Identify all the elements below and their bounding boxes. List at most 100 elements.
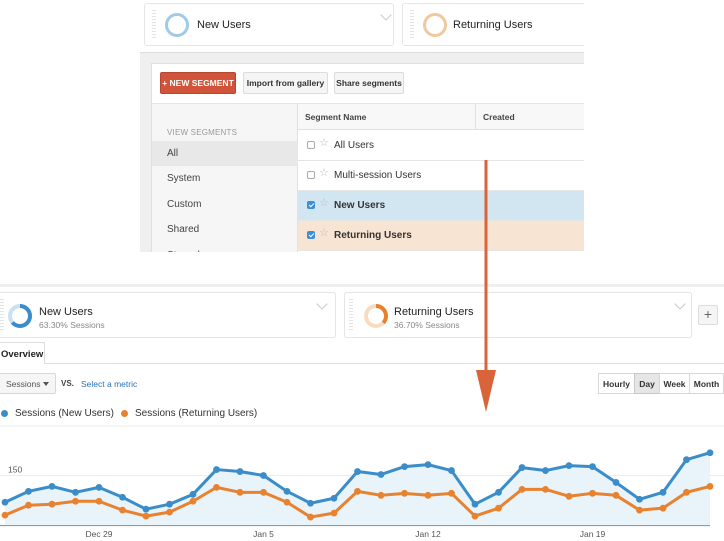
- data-point: [213, 466, 220, 473]
- sidebar-item-custom[interactable]: Custom: [152, 192, 298, 217]
- drag-handle[interactable]: [410, 10, 414, 40]
- data-point: [354, 487, 361, 495]
- import-from-gallery-button[interactable]: Import from gallery: [243, 72, 328, 94]
- segment-card-new-users[interactable]: New Users: [144, 3, 394, 46]
- segment-panel: + NEW SEGMENT Import from gallery Share …: [140, 52, 584, 252]
- row-checkbox[interactable]: [307, 171, 315, 179]
- star-icon[interactable]: ☆: [319, 228, 329, 239]
- table-row[interactable]: ☆ Multi-session Users: [298, 161, 584, 191]
- data-point: [166, 500, 173, 508]
- granularity-toggle: Hourly Day Week Month: [598, 373, 724, 394]
- data-point: [213, 483, 220, 491]
- data-point: [612, 479, 620, 486]
- data-point: [471, 500, 479, 508]
- report-screenshot: New Users 63.30% Sessions Returning User…: [0, 284, 724, 541]
- data-point: [683, 488, 690, 496]
- legend-item-returning-users[interactable]: Sessions (Returning Users): [121, 408, 257, 419]
- data-point: [119, 506, 126, 514]
- data-point: [1, 511, 9, 519]
- data-point: [260, 488, 267, 496]
- granularity-hourly-button[interactable]: Hourly: [598, 373, 635, 394]
- segment-sessions-share: 63.30% Sessions: [39, 320, 105, 330]
- data-point: [424, 461, 432, 469]
- data-point: [565, 462, 573, 469]
- segment-card-returning-users[interactable]: Returning Users: [402, 3, 584, 46]
- data-point: [236, 468, 244, 475]
- star-icon[interactable]: ☆: [319, 168, 329, 179]
- sessions-line-chart[interactable]: 150300Dec 29Jan 5Jan 12Jan 19: [0, 425, 724, 541]
- metric-select-value: Sessions: [6, 379, 41, 389]
- segment-table: Segment Name Created ☆ All Users ☆ Multi…: [298, 103, 584, 252]
- data-point: [401, 489, 408, 497]
- segment-share-donut-icon: [8, 304, 32, 328]
- column-header-created[interactable]: Created: [476, 104, 584, 130]
- column-header-segment-name[interactable]: Segment Name: [298, 104, 476, 130]
- row-checkbox-checked[interactable]: [307, 231, 315, 239]
- segment-card-label: New Users: [197, 19, 251, 31]
- table-row[interactable]: ☆ All Users: [298, 131, 584, 161]
- segment-card-new-users[interactable]: New Users 63.30% Sessions: [0, 292, 336, 338]
- drag-handle[interactable]: [349, 299, 353, 331]
- tab-overview[interactable]: Overview: [0, 342, 45, 364]
- row-checkbox-checked[interactable]: [307, 201, 315, 209]
- data-point: [236, 488, 244, 496]
- view-segments-header: VIEW SEGMENTS: [167, 128, 238, 137]
- segment-ring-icon: [165, 13, 189, 37]
- data-point: [260, 472, 267, 479]
- legend-item-new-users[interactable]: Sessions (New Users): [1, 408, 114, 419]
- segment-share-donut-icon: [364, 304, 388, 328]
- add-segment-button[interactable]: +: [698, 305, 718, 325]
- data-point: [706, 482, 714, 490]
- data-point: [307, 513, 314, 521]
- table-row[interactable]: ☆ Returning Users: [298, 221, 584, 251]
- sidebar-item-all[interactable]: All: [152, 141, 298, 166]
- star-icon[interactable]: ☆: [319, 198, 329, 209]
- segment-name: Multi-session Users: [334, 170, 422, 181]
- row-checkbox[interactable]: [307, 141, 315, 149]
- chevron-down-icon[interactable]: [316, 298, 328, 310]
- sidebar-item-starred[interactable]: Starred: [152, 243, 298, 252]
- segment-name: New Users: [334, 200, 386, 211]
- data-point: [119, 493, 126, 501]
- new-segment-button[interactable]: + NEW SEGMENT: [160, 72, 236, 94]
- sidebar-item-shared[interactable]: Shared: [152, 217, 298, 242]
- granularity-week-button[interactable]: Week: [659, 373, 690, 394]
- table-row[interactable]: ☆ New Users: [298, 191, 584, 221]
- data-point: [142, 505, 150, 513]
- data-point: [377, 491, 385, 499]
- drag-handle[interactable]: [152, 10, 156, 40]
- data-point: [307, 499, 314, 507]
- share-segments-button[interactable]: Share segments: [334, 72, 404, 94]
- data-point: [471, 512, 479, 520]
- data-point: [330, 494, 338, 502]
- chevron-down-icon[interactable]: [380, 9, 392, 21]
- segment-title: Returning Users: [394, 306, 474, 318]
- segment-sessions-share: 36.70% Sessions: [394, 320, 460, 330]
- segment-name: All Users: [334, 140, 375, 151]
- data-point: [166, 508, 173, 516]
- granularity-day-button[interactable]: Day: [634, 373, 660, 394]
- y-tick-label: 150: [8, 465, 22, 475]
- sidebar-item-system[interactable]: System: [152, 166, 298, 191]
- chevron-down-icon[interactable]: [674, 298, 686, 310]
- star-icon[interactable]: ☆: [319, 138, 329, 149]
- data-point: [636, 506, 643, 514]
- data-point: [142, 512, 150, 520]
- legend-label: Sessions (Returning Users): [135, 408, 258, 419]
- tab-divider: [45, 363, 724, 364]
- data-point: [542, 485, 549, 493]
- data-point: [401, 463, 408, 470]
- data-point: [706, 449, 714, 457]
- drag-handle[interactable]: [0, 299, 4, 331]
- segment-card-returning-users[interactable]: Returning Users 36.70% Sessions: [344, 292, 692, 338]
- granularity-month-button[interactable]: Month: [689, 373, 724, 394]
- legend-dot-icon: [121, 410, 128, 417]
- data-point: [25, 487, 32, 495]
- metric-select[interactable]: Sessions: [0, 373, 56, 394]
- data-point: [48, 482, 56, 490]
- data-point: [542, 467, 549, 474]
- select-a-metric-link[interactable]: Select a metric: [81, 379, 137, 389]
- data-point: [518, 485, 526, 493]
- data-point: [659, 488, 667, 496]
- data-point: [72, 497, 79, 505]
